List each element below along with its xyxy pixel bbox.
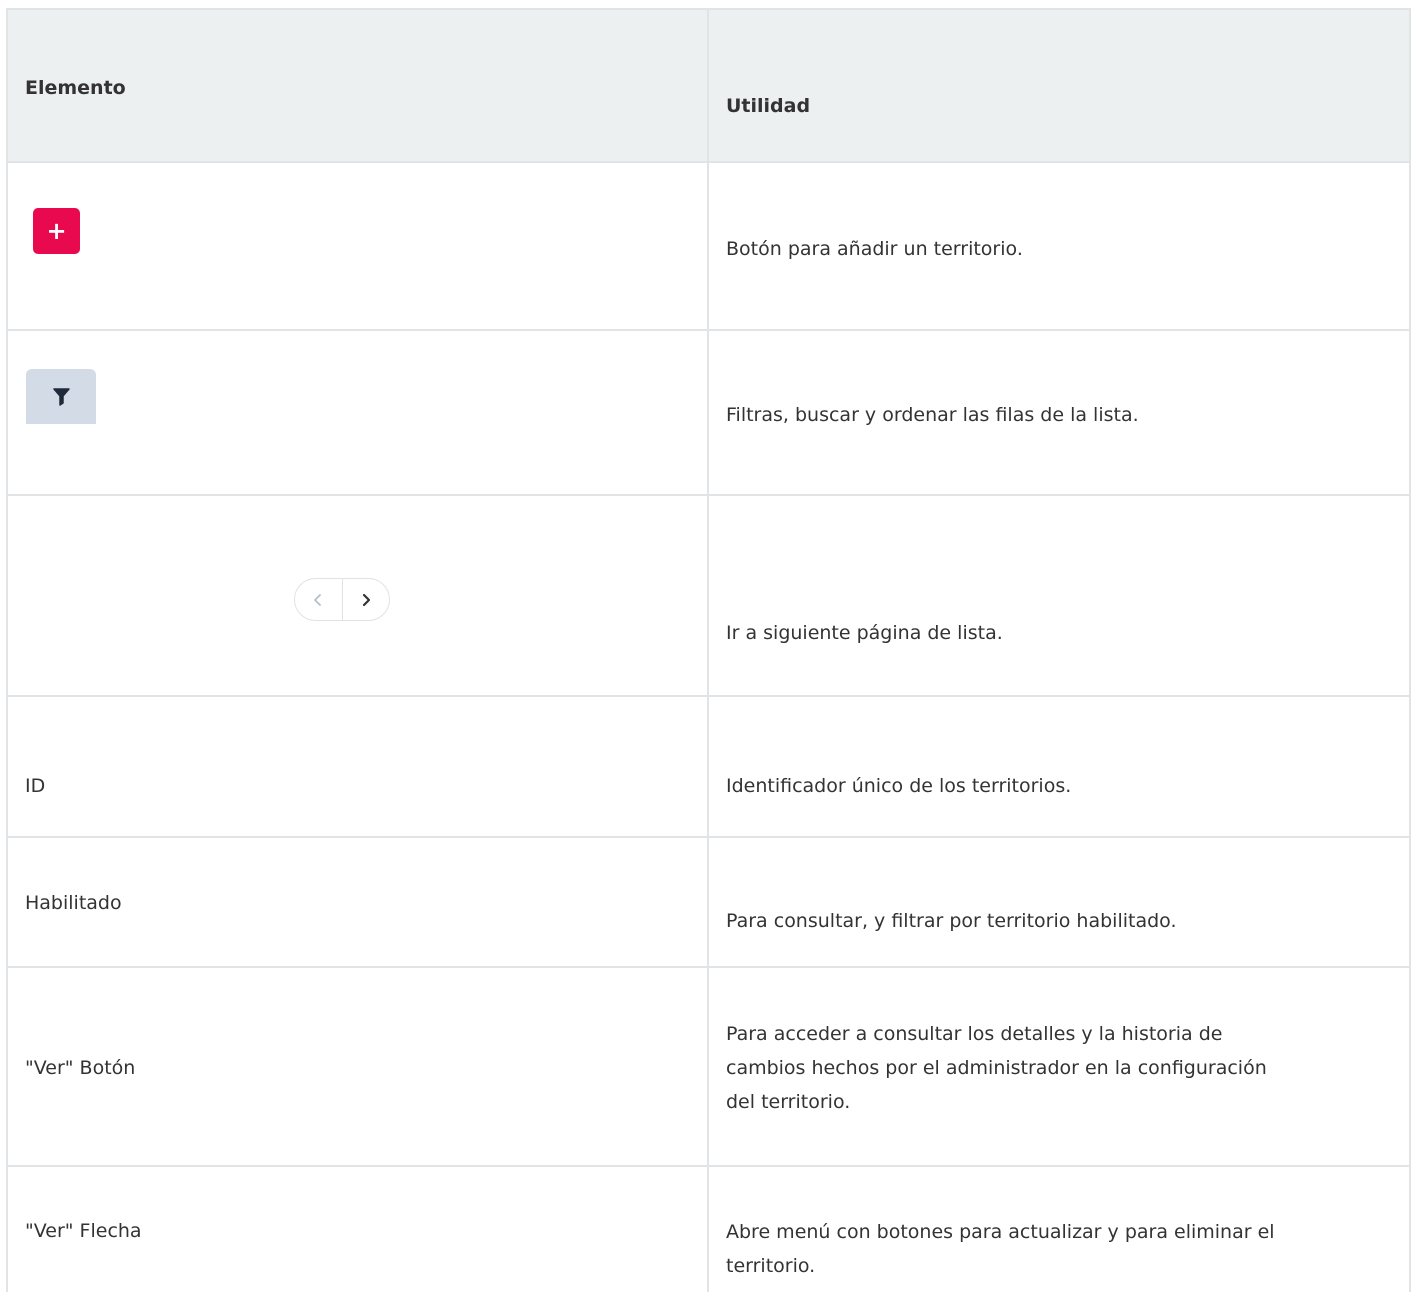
filter-icon xyxy=(53,388,70,406)
description-text: Botón para añadir un territorio. xyxy=(726,238,1023,260)
description-text: Filtras, buscar y ordenar las filas de l… xyxy=(726,404,1139,426)
description-cell: Para acceder a consultar los detalles y … xyxy=(709,968,1409,1165)
element-cell: Habilitado xyxy=(8,838,709,966)
table-row: Ir a siguiente página de lista. xyxy=(8,496,1409,697)
table-row: Habilitado Para consultar, y filtrar por… xyxy=(8,838,1409,968)
table-header-row: Elemento Utilidad xyxy=(8,10,1409,163)
chevron-left-icon xyxy=(314,593,322,606)
element-text: "Ver" Botón xyxy=(25,1057,136,1079)
table-row: Filtras, buscar y ordenar las filas de l… xyxy=(8,331,1409,496)
element-cell: "Ver" Flecha xyxy=(8,1167,709,1292)
description-cell: Identificador único de los territorios. xyxy=(709,697,1409,836)
add-territory-button[interactable]: + xyxy=(33,208,80,254)
element-cell xyxy=(8,496,709,695)
chevron-right-icon xyxy=(362,593,370,606)
table-row: + Botón para añadir un territorio. xyxy=(8,163,1409,331)
description-cell: Botón para añadir un territorio. xyxy=(709,163,1409,329)
table-row: ID Identificador único de los territorio… xyxy=(8,697,1409,838)
description-cell: Abre menú con botones para actualizar y … xyxy=(709,1167,1409,1292)
description-text: Ir a siguiente página de lista. xyxy=(726,622,1003,644)
table-row: "Ver" Botón Para acceder a consultar los… xyxy=(8,968,1409,1167)
element-cell xyxy=(8,331,709,494)
description-text: Identificador único de los territorios. xyxy=(726,775,1072,797)
filter-button[interactable] xyxy=(26,369,96,424)
element-text: ID xyxy=(25,775,46,797)
description-line-2: cambios hechos por el administrador en l… xyxy=(726,1057,1267,1079)
header-label-elemento: Elemento xyxy=(25,77,126,99)
element-text: "Ver" Flecha xyxy=(25,1220,142,1242)
elements-table: Elemento Utilidad + Botón para añadir un… xyxy=(6,8,1411,1292)
header-label-utilidad: Utilidad xyxy=(726,95,811,117)
element-cell: "Ver" Botón xyxy=(8,968,709,1165)
description-line-1: Para acceder a consultar los detalles y … xyxy=(726,1023,1223,1045)
element-cell: ID xyxy=(8,697,709,836)
description-text: Para consultar, y filtrar por territorio… xyxy=(726,910,1177,932)
description-line-3: del territorio. xyxy=(726,1091,851,1113)
element-text: Habilitado xyxy=(25,892,122,914)
plus-icon: + xyxy=(46,217,67,245)
header-cell-utilidad: Utilidad xyxy=(709,10,1409,161)
description-cell: Ir a siguiente página de lista. xyxy=(709,496,1409,695)
description-line-1: Abre menú con botones para actualizar y … xyxy=(726,1221,1275,1243)
pagination-control xyxy=(294,578,390,621)
description-line-2: territorio. xyxy=(726,1255,816,1277)
element-cell: + xyxy=(8,163,709,329)
description-cell: Filtras, buscar y ordenar las filas de l… xyxy=(709,331,1409,494)
table-row: "Ver" Flecha Abre menú con botones para … xyxy=(8,1167,1409,1292)
previous-page-button[interactable] xyxy=(295,579,343,620)
next-page-button[interactable] xyxy=(343,579,390,620)
header-cell-elemento: Elemento xyxy=(8,10,709,161)
description-cell: Para consultar, y filtrar por territorio… xyxy=(709,838,1409,966)
